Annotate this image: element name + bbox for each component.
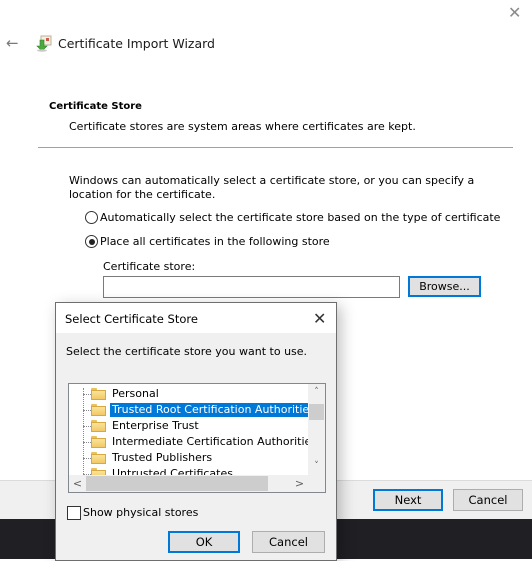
- section-subtitle: Certificate stores are system areas wher…: [69, 120, 416, 133]
- intro-text: Windows can automatically select a certi…: [69, 174, 475, 201]
- dialog-cancel-button[interactable]: Cancel: [252, 531, 325, 553]
- horizontal-scrollbar[interactable]: < >: [69, 475, 325, 492]
- tree-item-label: Intermediate Certification Authorities: [112, 435, 318, 448]
- window-title: Certificate Import Wizard: [58, 36, 215, 51]
- dialog-title: Select Certificate Store: [65, 312, 198, 326]
- tree-item-label: Trusted Root Certification Authorities: [110, 403, 317, 417]
- show-physical-stores-label[interactable]: Show physical stores: [83, 506, 198, 519]
- divider: [38, 147, 513, 148]
- scroll-right-icon[interactable]: >: [291, 475, 308, 492]
- certificate-store-tree[interactable]: Personal Trusted Root Certification Auth…: [68, 383, 326, 493]
- tree-item-enterprise-trust[interactable]: Enterprise Trust: [69, 418, 309, 434]
- show-physical-stores-checkbox[interactable]: [67, 506, 81, 520]
- radio-place-all[interactable]: [85, 235, 98, 248]
- close-icon[interactable]: ✕: [508, 5, 524, 21]
- certificate-store-label: Certificate store:: [103, 260, 196, 273]
- tree-item-personal[interactable]: Personal: [69, 386, 309, 402]
- tree-branch: [83, 426, 91, 427]
- scroll-down-icon[interactable]: ˅: [308, 458, 325, 475]
- vertical-scrollbar[interactable]: ˄ ˅: [308, 384, 325, 475]
- scroll-up-icon[interactable]: ˄: [308, 384, 325, 401]
- tree-branch: [83, 442, 91, 443]
- tree-item-label: Trusted Publishers: [112, 451, 213, 464]
- dialog-prompt: Select the certificate store you want to…: [66, 345, 308, 358]
- folder-icon: [91, 452, 106, 464]
- radio-place-all-label[interactable]: Place all certificates in the following …: [100, 235, 330, 248]
- vertical-scroll-thumb[interactable]: [309, 404, 324, 420]
- tree-branch: [83, 410, 91, 411]
- tree-item-trusted-publishers[interactable]: Trusted Publishers: [69, 450, 309, 466]
- select-certificate-store-dialog: Select Certificate Store ✕ Select the ce…: [55, 302, 337, 561]
- folder-icon: [91, 420, 106, 432]
- folder-icon: [91, 388, 106, 400]
- horizontal-scroll-thumb[interactable]: [86, 476, 268, 491]
- folder-icon: [91, 404, 106, 416]
- radio-auto-select-label[interactable]: Automatically select the certificate sto…: [100, 211, 500, 224]
- tree-branch: [83, 458, 91, 459]
- certificate-store-input[interactable]: [103, 276, 400, 298]
- tree-item-intermediate[interactable]: Intermediate Certification Authorities: [69, 434, 317, 450]
- tree-item-label: Personal: [112, 387, 159, 400]
- certificate-import-icon: [35, 34, 53, 52]
- next-button[interactable]: Next: [373, 489, 443, 511]
- browse-button[interactable]: Browse...: [408, 276, 481, 297]
- ok-button[interactable]: OK: [168, 531, 240, 553]
- folder-icon: [91, 436, 106, 448]
- dialog-close-icon[interactable]: ✕: [313, 309, 326, 328]
- scroll-left-icon[interactable]: <: [69, 475, 86, 492]
- tree-branch: [83, 394, 91, 395]
- radio-auto-select[interactable]: [85, 211, 98, 224]
- back-arrow-icon[interactable]: ←: [6, 34, 24, 52]
- scrollbar-corner: [308, 475, 325, 492]
- tree-item-trusted-root[interactable]: Trusted Root Certification Authorities: [69, 402, 317, 418]
- section-title: Certificate Store: [49, 101, 142, 112]
- tree-item-label: Enterprise Trust: [112, 419, 199, 432]
- cancel-button[interactable]: Cancel: [453, 489, 523, 511]
